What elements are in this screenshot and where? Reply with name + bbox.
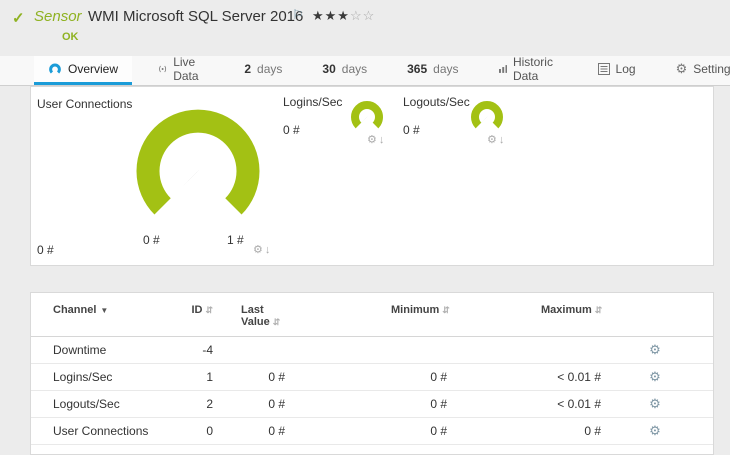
logouts-gauge-title: Logouts/Sec xyxy=(403,95,470,109)
channel-id: 1 xyxy=(206,370,213,384)
logouts-gauge[interactable] xyxy=(465,99,509,137)
table-header-row: Channel ▼ ID ⇵ Last Value ⇵ Minimum ⇵ Maximu… xyxy=(31,293,713,337)
stars-filled[interactable]: ★★★ xyxy=(312,8,350,23)
sort-caret-icon: ▼ xyxy=(100,306,109,315)
column-header-maximum[interactable]: Maximum ⇵ xyxy=(447,304,603,316)
main-gauge-scale-max: 1 # xyxy=(227,233,244,247)
sort-icon: ⇵ xyxy=(594,305,603,315)
tab-overview-label: Overview xyxy=(68,62,119,76)
channel-maximum: < 0.01 # xyxy=(557,397,601,411)
column-header-minimum[interactable]: Minimum ⇵ xyxy=(285,304,450,316)
tab-30-days-unit: days xyxy=(341,62,368,76)
gauges-panel: User Connections 0 # 1 # 0 # ⚙↓ Logins/S… xyxy=(30,86,714,266)
tab-log[interactable]: Log xyxy=(584,56,650,85)
logins-gauge[interactable] xyxy=(345,99,389,137)
channel-minimum: 0 # xyxy=(430,397,447,411)
tab-live-data[interactable]: Live Data xyxy=(144,55,218,85)
channel-settings-icon[interactable]: ⚙ xyxy=(647,423,663,439)
gear-icon: ⚙ xyxy=(675,61,688,76)
tab-historic-data-label: Historic Data xyxy=(512,55,553,83)
main-gauge-value: 0 # xyxy=(37,243,54,257)
minimum-header-label: Minimum xyxy=(391,304,440,316)
sensor-kind-label: Sensor xyxy=(34,8,82,25)
channel-last-value: 0 # xyxy=(268,397,285,411)
gauge-gear-icon[interactable]: ⚙ xyxy=(367,134,379,146)
logins-gauge-title: Logins/Sec xyxy=(283,95,343,109)
tab-historic-data[interactable]: Historic Data xyxy=(485,55,572,85)
id-header-label: ID xyxy=(191,304,203,316)
gauge-gear-icon[interactable]: ⚙ xyxy=(487,134,499,146)
tab-bar: Overview Live Data 2 days 30 days 365 da… xyxy=(0,55,730,86)
channel-minimum: 0 # xyxy=(430,424,447,438)
tab-365-days-number: 365 xyxy=(407,62,428,76)
status-check-icon: ✓ xyxy=(12,10,25,27)
logouts-gauge-tools: ⚙↓ xyxy=(487,133,506,146)
sensor-header: ✓ Sensor WMI Microsoft SQL Server 2016 ⚐… xyxy=(0,0,730,56)
last-value-header-label: Last Value xyxy=(241,304,270,328)
sort-icon: ⇵ xyxy=(205,305,213,315)
status-badge: OK xyxy=(62,31,79,43)
channels-table-panel: Channel ▼ ID ⇵ Last Value ⇵ Minimum ⇵ Maximu… xyxy=(30,292,714,455)
channel-name: Logouts/Sec xyxy=(53,397,120,411)
main-gauge-scale-min: 0 # xyxy=(143,233,160,247)
tab-365-days-unit: days xyxy=(433,62,459,76)
main-gauge-title: User Connections xyxy=(37,97,133,111)
channel-last-value: 0 # xyxy=(268,424,285,438)
maximum-header-label: Maximum xyxy=(541,304,592,316)
channel-header-label: Channel xyxy=(53,304,97,316)
channel-id: 0 xyxy=(206,424,213,438)
gauge-download-icon[interactable]: ↓ xyxy=(379,134,387,146)
tab-live-data-label: Live Data xyxy=(173,55,199,83)
table-row: User Connections 0 0 # 0 # 0 # ⚙ xyxy=(31,418,713,445)
column-header-id[interactable]: ID ⇵ xyxy=(173,304,213,316)
tab-2-days[interactable]: 2 days xyxy=(230,56,296,85)
channel-settings-icon[interactable]: ⚙ xyxy=(647,342,663,358)
tab-30-days[interactable]: 30 days xyxy=(308,56,381,85)
channel-id: -4 xyxy=(202,343,213,357)
sort-icon: ⇵ xyxy=(272,317,281,327)
channel-id: 2 xyxy=(206,397,213,411)
tab-overview[interactable]: Overview xyxy=(34,56,133,85)
tab-2-days-unit: days xyxy=(257,62,283,76)
flag-icon[interactable]: ⚐ xyxy=(292,7,304,23)
channel-name: Downtime xyxy=(53,343,107,357)
channel-last-value: 0 # xyxy=(268,370,285,384)
tab-log-label: Log xyxy=(615,62,636,76)
page-title: WMI Microsoft SQL Server 2016 xyxy=(88,8,304,25)
stars-empty[interactable]: ☆☆ xyxy=(350,8,375,23)
bar-chart-icon xyxy=(498,65,507,73)
column-header-channel[interactable]: Channel ▼ xyxy=(53,304,173,316)
log-icon xyxy=(597,63,610,75)
tab-30-days-number: 30 xyxy=(322,62,336,76)
channel-settings-icon[interactable]: ⚙ xyxy=(647,369,663,385)
logouts-gauge-value: 0 # xyxy=(403,123,420,137)
user-connections-gauge[interactable] xyxy=(123,93,273,243)
broadcast-icon xyxy=(159,65,167,73)
tab-settings-label: Settings xyxy=(693,62,730,76)
channel-settings-icon[interactable]: ⚙ xyxy=(647,396,663,412)
priority-stars[interactable]: ★★★☆☆ xyxy=(312,8,375,24)
logins-gauge-value: 0 # xyxy=(283,123,300,137)
main-gauge-tools: ⚙↓ xyxy=(253,243,272,256)
table-row: Downtime -4 ⚙ xyxy=(31,337,713,364)
logins-gauge-tools: ⚙↓ xyxy=(367,133,386,146)
table-row: Logouts/Sec 2 0 # 0 # < 0.01 # ⚙ xyxy=(31,391,713,418)
channel-name: Logins/Sec xyxy=(53,370,113,384)
gauge-gear-icon[interactable]: ⚙ xyxy=(253,244,265,256)
gauge-icon xyxy=(49,63,61,74)
tab-2-days-number: 2 xyxy=(244,62,252,76)
tab-365-days[interactable]: 365 days xyxy=(393,56,472,85)
channel-minimum: 0 # xyxy=(430,370,447,384)
channel-maximum: < 0.01 # xyxy=(557,370,601,384)
channel-name: User Connections xyxy=(53,424,149,438)
channel-maximum: 0 # xyxy=(584,424,601,438)
table-row: Logins/Sec 1 0 # 0 # < 0.01 # ⚙ xyxy=(31,364,713,391)
tab-settings[interactable]: ⚙ Settings xyxy=(662,56,730,85)
column-header-last-value[interactable]: Last Value ⇵ xyxy=(213,304,285,328)
gauge-download-icon[interactable]: ↓ xyxy=(499,134,507,146)
gauge-download-icon[interactable]: ↓ xyxy=(265,244,273,256)
